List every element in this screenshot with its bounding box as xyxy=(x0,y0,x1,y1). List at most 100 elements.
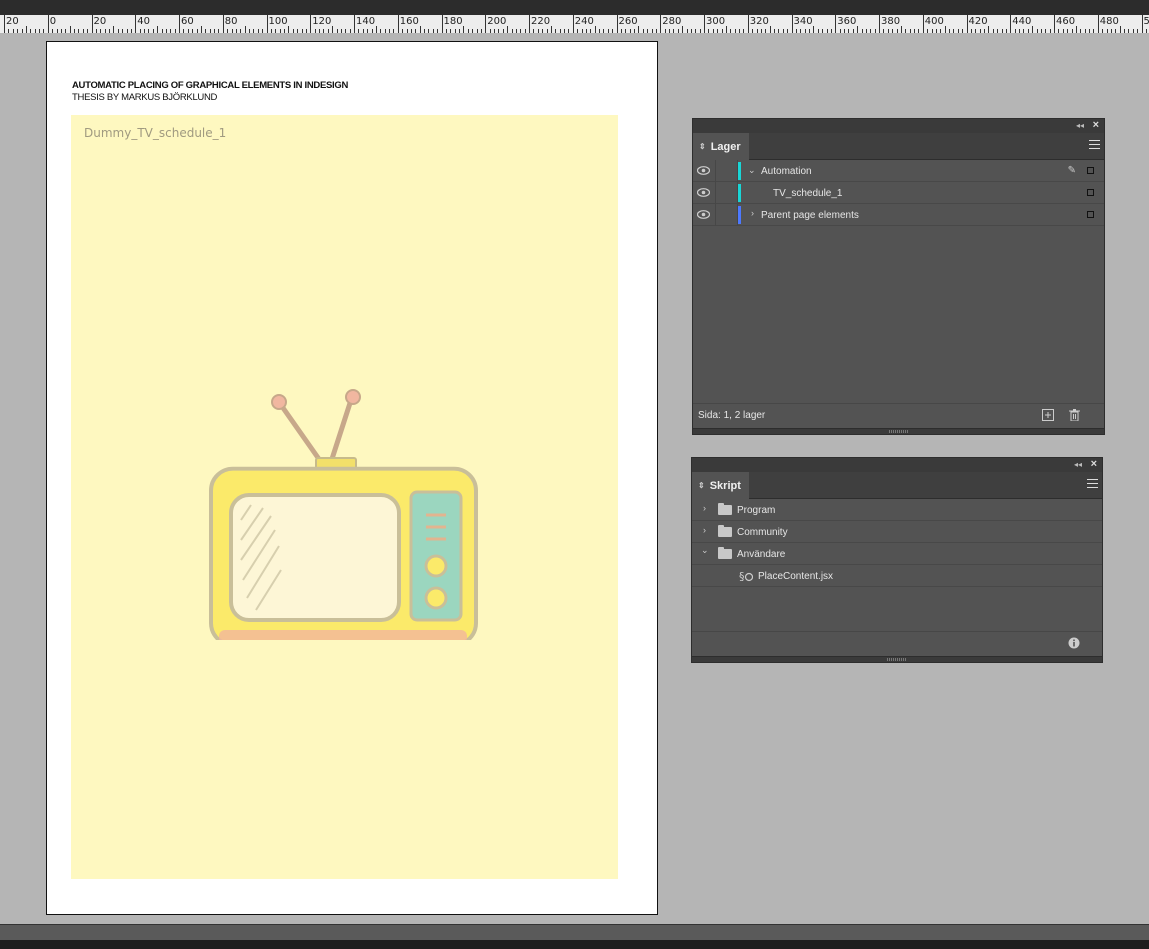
tab-scripts[interactable]: ⇕ Skript xyxy=(692,472,749,499)
ruler-tick xyxy=(537,29,539,33)
ruler-tick xyxy=(432,29,434,33)
ruler-tick xyxy=(1075,26,1077,33)
collapse-panel-icon[interactable]: ◂◂ xyxy=(1074,460,1082,469)
ruler-tick xyxy=(852,29,854,33)
eye-icon[interactable] xyxy=(697,166,710,175)
folder-icon xyxy=(718,503,732,515)
ruler-tick xyxy=(887,29,889,33)
ruler-tick xyxy=(594,26,596,33)
ruler-tick xyxy=(708,29,710,33)
layer-row-automation[interactable]: ⌄ Automation ✎ xyxy=(693,160,1104,182)
ruler-tick xyxy=(1089,29,1090,33)
layer-row-parent-page[interactable]: › Parent page elements xyxy=(693,204,1104,226)
ruler-tick xyxy=(568,29,570,33)
close-icon[interactable]: × xyxy=(1093,119,1099,131)
ruler-tick xyxy=(879,15,880,33)
ruler-tick xyxy=(126,29,128,33)
script-folder-program[interactable]: › Program xyxy=(692,499,1102,521)
document-page[interactable]: AUTOMATIC PLACING OF GRAPHICAL ELEMENTS … xyxy=(46,41,658,915)
folder-icon xyxy=(718,525,732,537)
ruler-tick xyxy=(1119,26,1121,33)
ruler-tick xyxy=(1049,29,1051,33)
ruler-strip[interactable]: 20 0 20 40 60 80 100 120 140 160 180 200 220 240 260 28… xyxy=(0,15,1149,33)
ruler-label: 0 xyxy=(49,16,57,27)
ruler-tick xyxy=(896,29,898,33)
ruler-tick xyxy=(822,29,824,33)
panel-resize-grip[interactable] xyxy=(692,656,1102,662)
script-folder-community[interactable]: › Community xyxy=(692,521,1102,543)
ruler-tick xyxy=(445,29,447,33)
ruler-tick xyxy=(56,29,58,33)
tv-schedule-frame[interactable]: Dummy_TV_schedule_1 xyxy=(71,115,618,879)
ruler-tick xyxy=(95,29,97,33)
ruler-tick xyxy=(686,29,688,33)
script-folder-anvandare[interactable]: ⌄ Användare xyxy=(692,543,1102,565)
ruler-tick xyxy=(450,29,452,33)
ruler-tick xyxy=(297,29,299,33)
script-file-placecontent[interactable]: § PlaceContent.jsx xyxy=(692,565,1102,587)
ruler-tick xyxy=(975,29,977,33)
ruler-tick xyxy=(857,26,859,33)
ruler-label: 420 xyxy=(968,16,988,27)
ruler-tick xyxy=(1080,29,1082,33)
ruler-tick xyxy=(393,29,395,33)
ruler-tick xyxy=(905,29,907,33)
layer-select-square[interactable] xyxy=(1087,167,1094,174)
close-icon[interactable]: × xyxy=(1091,458,1097,470)
eye-icon[interactable] xyxy=(697,188,710,197)
ruler-tick xyxy=(104,29,106,33)
panel-resize-grip[interactable] xyxy=(693,428,1104,434)
chevron-down-icon[interactable]: ⌄ xyxy=(748,165,756,176)
folder-name[interactable]: Användare xyxy=(737,549,785,560)
scripts-panel[interactable]: ◂◂ × ⇕ Skript › Program › Community ⌄ An… xyxy=(691,457,1103,663)
ruler-tick xyxy=(69,26,71,33)
chevron-right-icon[interactable]: › xyxy=(703,503,706,513)
ruler-tick xyxy=(406,29,408,33)
ruler-label: 140 xyxy=(356,16,376,27)
tab-layers[interactable]: ⇕ Lager xyxy=(693,133,749,160)
ruler-tick xyxy=(944,26,946,33)
eye-icon[interactable] xyxy=(697,210,710,219)
ruler-tick xyxy=(1054,15,1055,33)
ruler-tick xyxy=(542,29,544,33)
panel-header-bar[interactable]: ◂◂ × xyxy=(693,119,1104,133)
chevron-right-icon[interactable]: › xyxy=(703,525,706,535)
ruler-tick xyxy=(844,29,845,33)
collapse-panel-icon[interactable]: ◂◂ xyxy=(1076,121,1084,130)
panel-menu-icon[interactable] xyxy=(1089,140,1100,149)
ruler-tick xyxy=(454,29,456,33)
ruler-tick xyxy=(179,15,180,33)
document-subtitle: THESIS BY MARKUS BJÖRKLUND xyxy=(72,92,218,103)
folder-name[interactable]: Community xyxy=(737,527,788,538)
panel-menu-icon[interactable] xyxy=(1087,479,1098,488)
chevron-right-icon[interactable]: › xyxy=(751,208,754,218)
trash-icon[interactable] xyxy=(1069,409,1080,421)
layer-select-square[interactable] xyxy=(1087,189,1094,196)
ruler-tick xyxy=(1023,29,1025,33)
info-icon[interactable] xyxy=(1068,637,1080,649)
ruler-tick xyxy=(515,29,517,33)
ruler-tick xyxy=(52,29,54,33)
ruler-tick xyxy=(424,29,425,33)
chevron-down-icon[interactable]: ⌄ xyxy=(701,545,709,556)
new-layer-icon[interactable] xyxy=(1042,409,1054,421)
ruler-tick xyxy=(12,29,14,33)
layer-name[interactable]: Automation xyxy=(761,166,812,177)
ruler-tick xyxy=(830,29,832,33)
ruler-tick xyxy=(82,29,84,33)
document-title: AUTOMATIC PLACING OF GRAPHICAL ELEMENTS … xyxy=(72,80,349,91)
layer-name[interactable]: Parent page elements xyxy=(761,210,859,221)
layer-select-square[interactable] xyxy=(1087,211,1094,218)
horizontal-ruler[interactable]: 20 0 20 40 60 80 100 120 140 160 180 200 220 240 260 28… xyxy=(0,0,1149,33)
script-name[interactable]: PlaceContent.jsx xyxy=(758,571,833,582)
layers-panel[interactable]: ◂◂ × ⇕ Lager ⌄ Automation ✎ TV_schedule_… xyxy=(692,118,1105,435)
panel-header-bar[interactable]: ◂◂ × xyxy=(692,458,1102,472)
tab-layers-label: Lager xyxy=(710,140,741,153)
ruler-tick xyxy=(581,29,583,33)
ruler-tick xyxy=(520,29,522,33)
ruler-tick xyxy=(725,26,727,33)
layer-row-tv-schedule[interactable]: TV_schedule_1 xyxy=(693,182,1104,204)
folder-name[interactable]: Program xyxy=(737,505,775,516)
ruler-tick xyxy=(835,15,837,33)
layer-name[interactable]: TV_schedule_1 xyxy=(773,188,843,199)
